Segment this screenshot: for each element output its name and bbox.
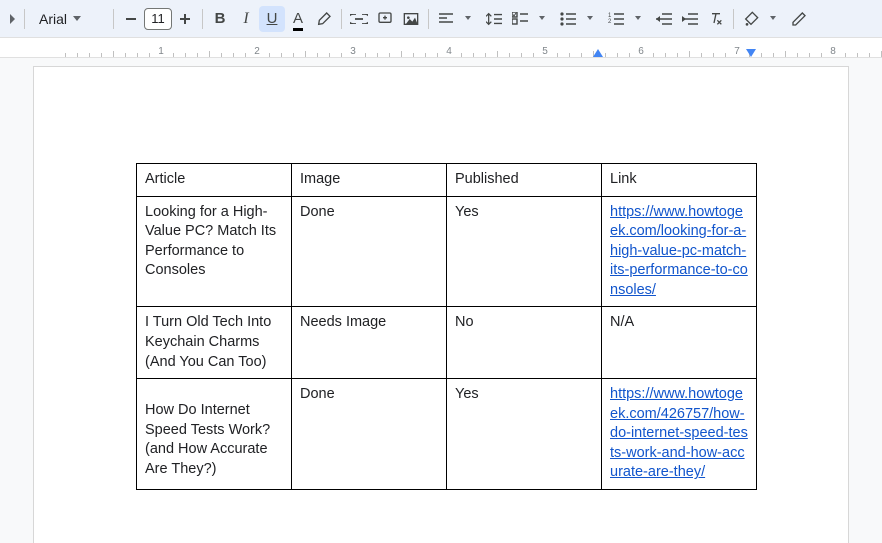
table-cell[interactable]: Looking for a High-Value PC? Match Its P… (137, 196, 292, 307)
increase-indent-button[interactable] (677, 6, 703, 32)
font-size-input[interactable] (144, 8, 172, 30)
line-spacing-button[interactable] (481, 6, 507, 32)
checklist-dropdown[interactable] (529, 6, 555, 32)
decrease-indent-button[interactable] (651, 6, 677, 32)
table-cell[interactable]: How Do Internet Speed Tests Work? (and H… (137, 379, 292, 490)
link[interactable]: https://www.howtogeek.com/426757/how-do-… (610, 386, 748, 480)
insert-link-button[interactable] (346, 6, 372, 32)
clear-formatting-button[interactable] (703, 6, 729, 32)
toolbar: Arial B I U A 12 (0, 0, 882, 38)
text-color-button[interactable]: A (285, 6, 311, 32)
table-row[interactable]: I Turn Old Tech Into Keychain Charms (An… (137, 307, 757, 379)
underline-button[interactable]: U (259, 6, 285, 32)
table-cell[interactable]: https://www.howtogeek.com/looking-for-a-… (602, 196, 757, 307)
table-header-cell[interactable]: Image (292, 164, 447, 197)
insert-image-button[interactable] (398, 6, 424, 32)
font-family-label: Arial (39, 11, 67, 27)
table-row[interactable]: Article Image Published Link (137, 164, 757, 197)
decrease-font-size-button[interactable] (118, 6, 144, 32)
document-canvas[interactable]: Article Image Published Link Looking for… (0, 58, 882, 543)
page: Article Image Published Link Looking for… (33, 66, 849, 543)
table-cell[interactable]: Needs Image (292, 307, 447, 379)
table-cell[interactable]: Done (292, 379, 447, 490)
table-cell[interactable]: No (447, 307, 602, 379)
table-cell[interactable]: N/A (602, 307, 757, 379)
table-cell[interactable]: I Turn Old Tech Into Keychain Charms (An… (137, 307, 292, 379)
highlight-button[interactable] (311, 6, 337, 32)
numbered-list-dropdown[interactable] (625, 6, 651, 32)
table-header-cell[interactable]: Link (602, 164, 757, 197)
table-cell[interactable]: Done (292, 196, 447, 307)
paint-format-dropdown[interactable] (760, 6, 786, 32)
table-cell[interactable]: https://www.howtogeek.com/426757/how-do-… (602, 379, 757, 490)
app-root: Arial B I U A 12 (0, 0, 882, 543)
link[interactable]: https://www.howtogeek.com/looking-for-a-… (610, 204, 748, 298)
table-cell[interactable]: Yes (447, 379, 602, 490)
content-table[interactable]: Article Image Published Link Looking for… (136, 163, 757, 490)
table-cell[interactable]: Yes (447, 196, 602, 307)
table-row[interactable]: Looking for a High-Value PC? Match Its P… (137, 196, 757, 307)
table-header-cell[interactable]: Published (447, 164, 602, 197)
more-button[interactable] (6, 6, 20, 32)
align-dropdown[interactable] (455, 6, 481, 32)
italic-button[interactable]: I (233, 6, 259, 32)
bulleted-list-dropdown[interactable] (577, 6, 603, 32)
chevron-down-icon (73, 16, 81, 22)
increase-font-size-button[interactable] (172, 6, 198, 32)
table-header-cell[interactable]: Article (137, 164, 292, 197)
editing-mode-button[interactable] (786, 6, 812, 32)
svg-text:2: 2 (608, 19, 612, 25)
bold-button[interactable]: B (207, 6, 233, 32)
horizontal-ruler[interactable]: 12345678 (0, 38, 882, 58)
table-row[interactable]: How Do Internet Speed Tests Work? (and H… (137, 379, 757, 490)
font-family-select[interactable]: Arial (29, 6, 109, 32)
add-comment-button[interactable] (372, 6, 398, 32)
